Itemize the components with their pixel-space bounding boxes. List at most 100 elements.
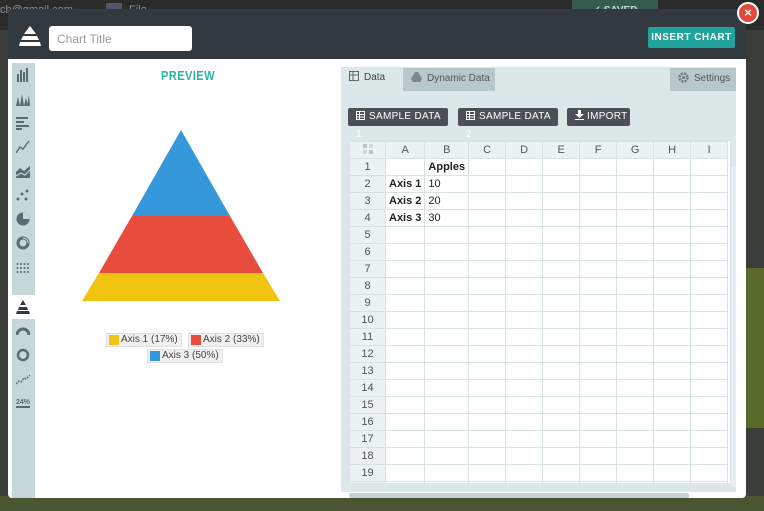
grid-cell[interactable]: [579, 226, 618, 244]
grid-cell[interactable]: [690, 413, 729, 431]
grid-cell[interactable]: [579, 345, 618, 363]
grid-cell[interactable]: [616, 277, 655, 295]
grid-cell[interactable]: [690, 226, 729, 244]
grid-cell[interactable]: [690, 175, 729, 193]
column-header[interactable]: H: [653, 141, 692, 159]
chart-title-input[interactable]: [49, 26, 192, 51]
grid-cell[interactable]: [424, 277, 470, 295]
grid-cell[interactable]: [616, 158, 655, 176]
grid-cell[interactable]: [468, 192, 507, 210]
grid-cell[interactable]: [424, 464, 470, 482]
grid-cell[interactable]: [616, 209, 655, 227]
grid-cell[interactable]: [505, 328, 544, 346]
grid-cell[interactable]: [505, 311, 544, 329]
row-number[interactable]: 9: [349, 294, 386, 312]
grid-cell[interactable]: [424, 260, 470, 278]
grid-cell[interactable]: [690, 209, 729, 227]
grid-cell[interactable]: [616, 396, 655, 414]
grid-cell[interactable]: [690, 311, 729, 329]
grid-cell[interactable]: [653, 277, 692, 295]
import-button[interactable]: IMPORT: [567, 108, 630, 126]
row-number[interactable]: 11: [349, 328, 386, 346]
grid-cell[interactable]: [653, 362, 692, 380]
grid-cell[interactable]: [690, 481, 729, 483]
grid-cell[interactable]: 10: [424, 175, 470, 193]
close-button[interactable]: ×: [737, 2, 759, 24]
grid-cell[interactable]: [424, 294, 470, 312]
row-number[interactable]: 19: [349, 464, 386, 482]
grid-cell[interactable]: [653, 311, 692, 329]
row-number[interactable]: 20: [349, 481, 386, 483]
grid-cell[interactable]: [384, 481, 426, 483]
grid-cell[interactable]: [616, 175, 655, 193]
grid-cell[interactable]: [616, 430, 655, 448]
grid-cell[interactable]: [616, 226, 655, 244]
chart-type-ring[interactable]: [12, 343, 35, 367]
grid-cell[interactable]: [690, 328, 729, 346]
grid-cell[interactable]: [468, 243, 507, 261]
grid-cell[interactable]: [542, 464, 581, 482]
grid-cell[interactable]: [505, 277, 544, 295]
grid-cell[interactable]: [653, 481, 692, 483]
sample-data-2-button[interactable]: SAMPLE DATA 2: [458, 108, 558, 140]
column-header[interactable]: I: [690, 141, 729, 159]
column-header[interactable]: B: [424, 141, 470, 159]
grid-cell[interactable]: [542, 209, 581, 227]
row-number[interactable]: 13: [349, 362, 386, 380]
grid-cell[interactable]: [542, 413, 581, 431]
grid-cell[interactable]: [690, 192, 729, 210]
grid-cell[interactable]: [384, 294, 426, 312]
grid-cell[interactable]: [542, 243, 581, 261]
column-header[interactable]: A: [384, 141, 426, 159]
grid-cell[interactable]: [653, 294, 692, 312]
grid-cell[interactable]: [653, 396, 692, 414]
column-header[interactable]: D: [505, 141, 544, 159]
grid-cell[interactable]: [424, 447, 470, 465]
chart-type-pie[interactable]: [12, 207, 35, 231]
grid-cell[interactable]: [690, 243, 729, 261]
grid-cell[interactable]: [579, 430, 618, 448]
row-number[interactable]: 2: [349, 175, 386, 193]
row-number[interactable]: 7: [349, 260, 386, 278]
grid-cell[interactable]: [424, 396, 470, 414]
tab-data[interactable]: Data: [341, 67, 395, 92]
chart-type-column[interactable]: [12, 63, 35, 87]
grid-cell[interactable]: [468, 481, 507, 483]
grid-cell[interactable]: [579, 464, 618, 482]
grid-cell[interactable]: [579, 158, 618, 176]
grid-cell[interactable]: [579, 294, 618, 312]
grid-cell[interactable]: [468, 209, 507, 227]
row-number[interactable]: 14: [349, 379, 386, 397]
chart-type-dot-matrix[interactable]: [12, 255, 35, 279]
grid-cell[interactable]: [542, 260, 581, 278]
grid-cell[interactable]: [616, 328, 655, 346]
grid-cell[interactable]: [542, 396, 581, 414]
grid-cell[interactable]: [468, 413, 507, 431]
column-header[interactable]: G: [616, 141, 655, 159]
grid-cell[interactable]: [505, 209, 544, 227]
grid-cell[interactable]: Axis 3: [384, 209, 426, 227]
grid-cell[interactable]: [468, 362, 507, 380]
grid-cell[interactable]: [468, 294, 507, 312]
grid-cell[interactable]: [424, 226, 470, 244]
grid-cell[interactable]: [579, 243, 618, 261]
chart-type-stacked-column[interactable]: [12, 87, 35, 111]
row-number[interactable]: 15: [349, 396, 386, 414]
grid-cell[interactable]: [384, 464, 426, 482]
grid-cell[interactable]: [690, 464, 729, 482]
grid-cell[interactable]: [505, 294, 544, 312]
vertical-scrollbar[interactable]: [731, 167, 736, 487]
grid-cell[interactable]: [579, 192, 618, 210]
grid-cell[interactable]: [690, 362, 729, 380]
grid-cell[interactable]: [468, 430, 507, 448]
grid-cell[interactable]: [542, 481, 581, 483]
row-number[interactable]: 3: [349, 192, 386, 210]
grid-cell[interactable]: [505, 430, 544, 448]
row-number[interactable]: 4: [349, 209, 386, 227]
grid-cell[interactable]: 30: [424, 209, 470, 227]
grid-cell[interactable]: [505, 158, 544, 176]
grid-cell[interactable]: [542, 430, 581, 448]
tab-dynamic-data[interactable]: Dynamic Data: [403, 68, 495, 91]
grid-cell[interactable]: [542, 362, 581, 380]
grid-cell[interactable]: [653, 192, 692, 210]
